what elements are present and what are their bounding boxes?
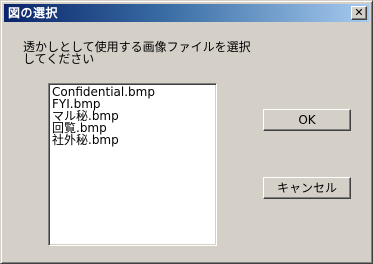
instruction-line-2: してください bbox=[23, 52, 95, 66]
title-bar[interactable]: 図の選択 ✕ bbox=[4, 4, 369, 22]
ok-button[interactable]: OK bbox=[263, 109, 351, 131]
cancel-button[interactable]: キャンセル bbox=[263, 177, 351, 199]
image-file-listbox[interactable]: Confidential.bmp FYI.bmp マル秘.bmp 回覧.bmp … bbox=[48, 83, 217, 246]
instruction-text: 透かしとして使用する画像ファイルを選択 してください bbox=[23, 41, 283, 65]
dialog-title: 図の選択 bbox=[8, 6, 59, 20]
list-item-shagaihi[interactable]: 社外秘.bmp bbox=[52, 134, 216, 146]
close-button[interactable]: ✕ bbox=[351, 6, 367, 20]
close-icon: ✕ bbox=[354, 6, 364, 19]
watermark-picture-dialog: 図の選択 ✕ 透かしとして使用する画像ファイルを選択 してください Confid… bbox=[0, 0, 373, 264]
